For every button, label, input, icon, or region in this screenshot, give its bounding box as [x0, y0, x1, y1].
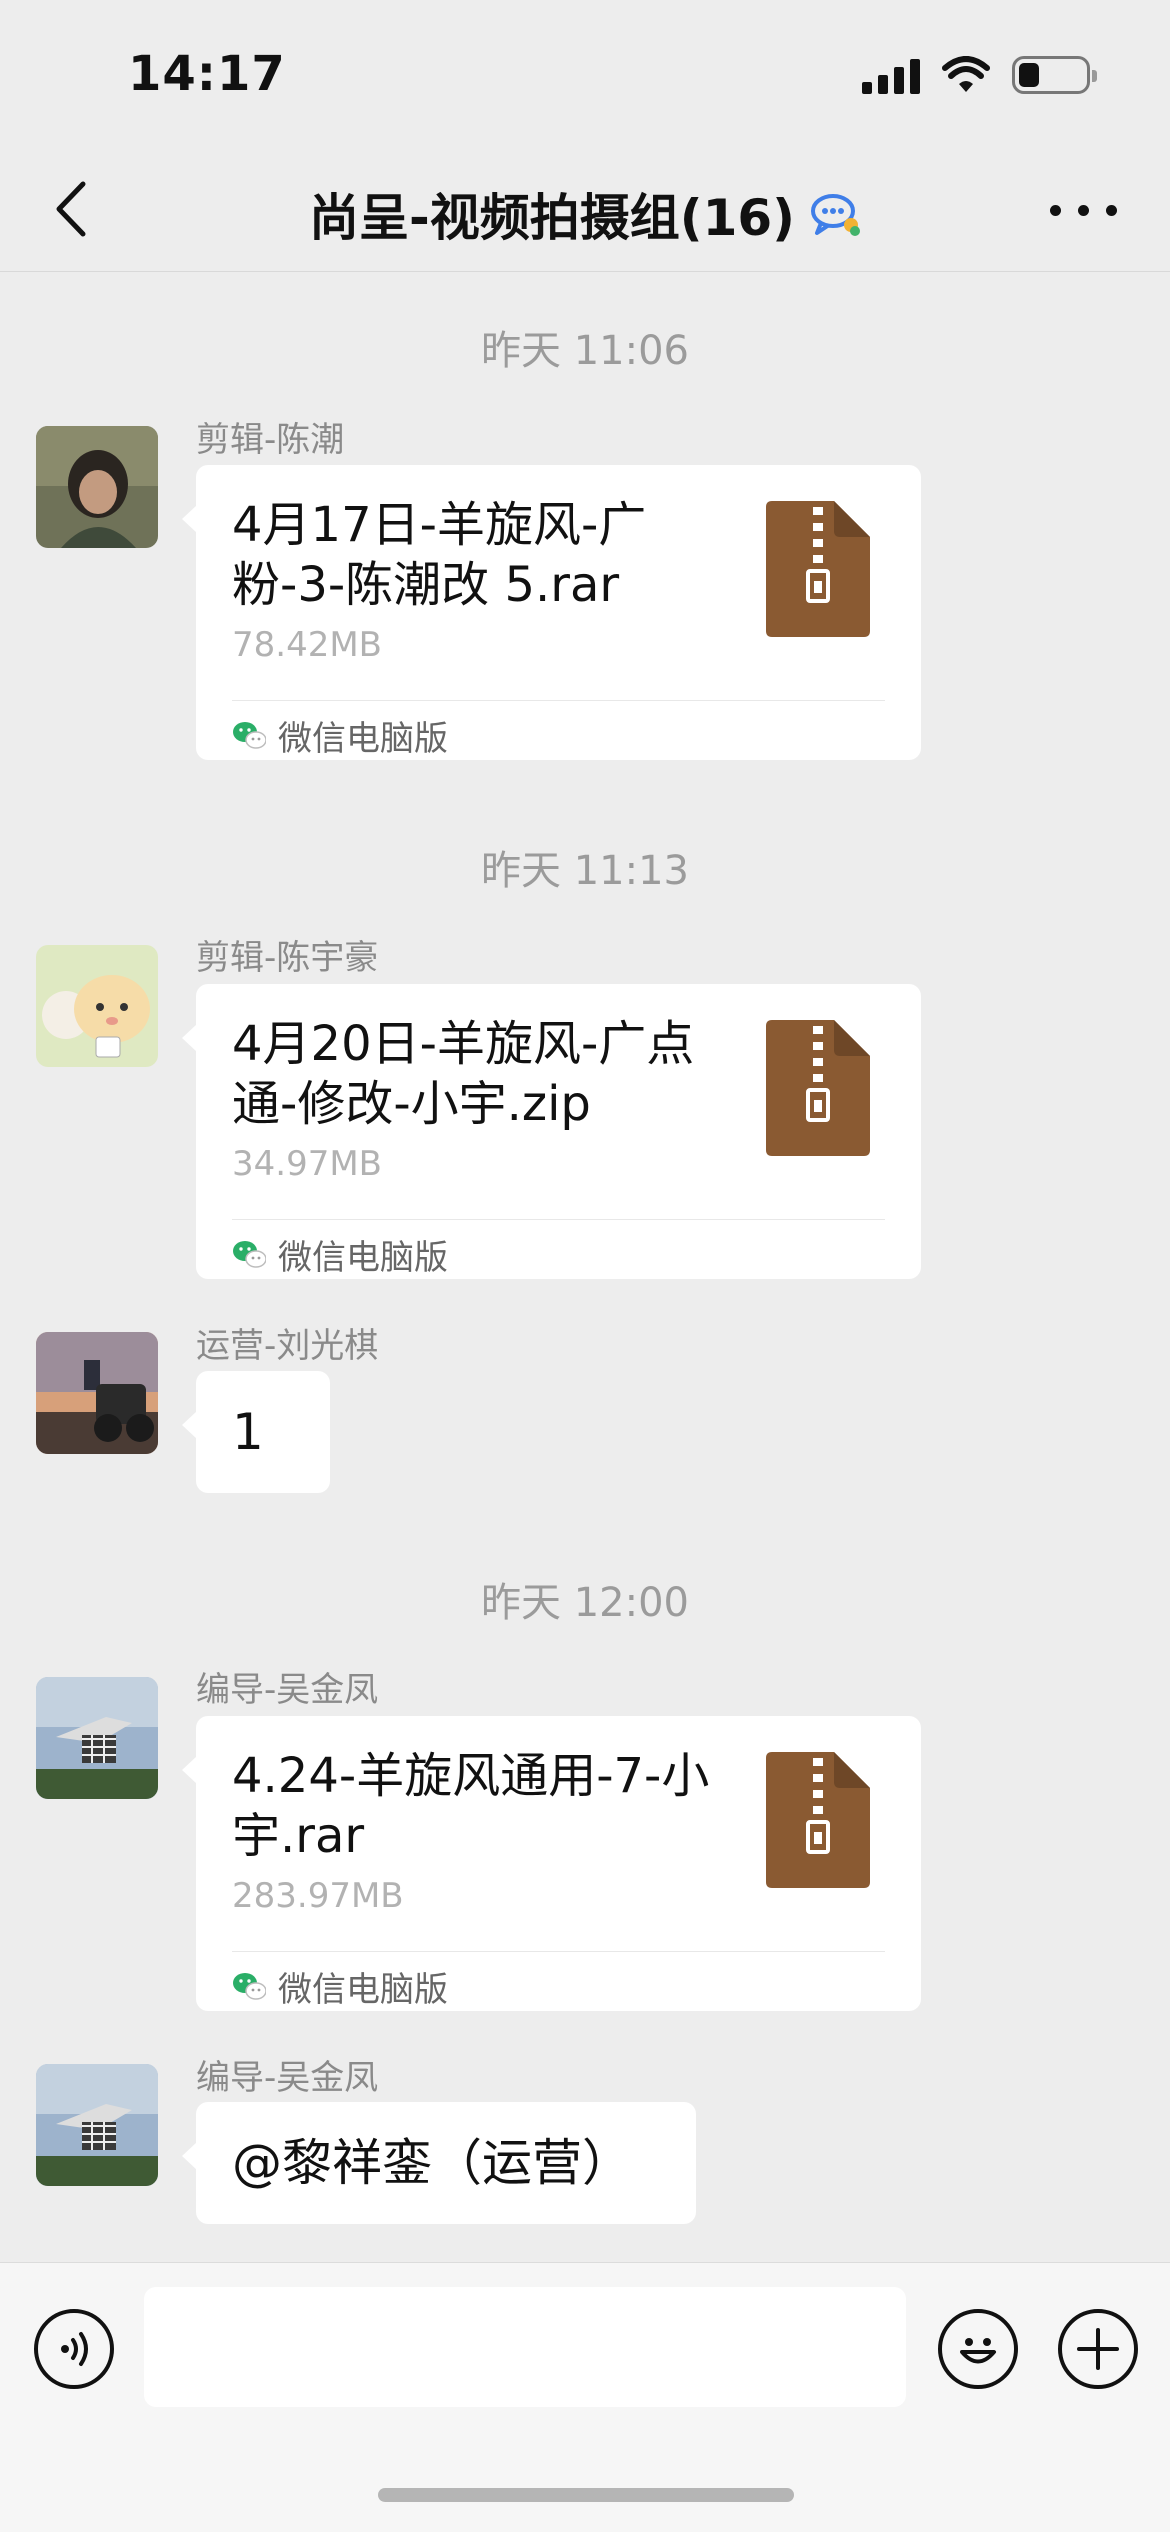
home-indicator[interactable]: [378, 2488, 794, 2502]
divider: [232, 1219, 885, 1220]
message-input[interactable]: [144, 2287, 906, 2407]
voice-button[interactable]: [34, 2309, 114, 2389]
divider: [232, 1951, 885, 1952]
emoji-icon: [960, 2338, 996, 2364]
wechat-icon: [233, 721, 266, 749]
file-message[interactable]: 4月20日-羊旋风-广点通-修改-小宇.zip 34.97MB 微信电脑版: [182, 984, 921, 1279]
file-source: 微信电脑版: [232, 711, 448, 760]
sender-name: 剪辑-陈潮: [196, 420, 345, 460]
file-source-label: 微信电脑版: [278, 1238, 448, 1278]
zip-file-icon: [766, 1752, 870, 1888]
file-size: 34.97MB: [232, 1144, 382, 1184]
status-time: 14:17: [128, 46, 286, 102]
status-bar: 14:17: [0, 0, 1170, 150]
timestamp: 昨天 11:13: [481, 848, 689, 894]
file-name: 4月20日-羊旋风-广点通-修改-小宇.zip: [232, 1016, 695, 1132]
file-message[interactable]: 4.24-羊旋风通用-7-小宇.rar 283.97MB 微信电脑版: [182, 1716, 921, 2011]
group-name: 尚呈-视频拍摄组(16): [308, 189, 796, 247]
file-name: 4.24-羊旋风通用-7-小宇.rar: [232, 1748, 710, 1864]
message-text: @黎祥銮（运营）: [232, 2134, 632, 2192]
emoji-button[interactable]: [938, 2309, 1018, 2389]
status-icons: [862, 56, 1097, 94]
file-source-label: 微信电脑版: [278, 1970, 448, 2010]
cellular-signal-icon: [862, 56, 920, 94]
file-name: 4月17日-羊旋风-广粉-3-陈潮改 5.rar: [232, 497, 647, 613]
wechat-icon: [233, 1972, 266, 2000]
timestamp: 昨天 11:06: [481, 328, 689, 374]
wechat-icon: [233, 1240, 266, 1268]
add-button[interactable]: [1058, 2309, 1138, 2389]
avatar[interactable]: [36, 1332, 158, 1454]
chat-bubble-icon: [811, 194, 861, 236]
avatar[interactable]: [36, 1677, 158, 1799]
divider: [232, 700, 885, 701]
file-size: 78.42MB: [232, 625, 382, 665]
avatar[interactable]: [36, 426, 158, 548]
timestamp: 昨天 12:00: [481, 1580, 689, 1626]
page-title[interactable]: 尚呈-视频拍摄组(16): [0, 178, 1170, 250]
text-message[interactable]: 1: [182, 1371, 330, 1493]
file-source-label: 微信电脑版: [278, 719, 448, 759]
more-icon: [1050, 204, 1117, 216]
wifi-icon: [942, 56, 990, 92]
zip-file-icon: [766, 1020, 870, 1156]
sender-name: 编导-吴金凤: [196, 2058, 379, 2098]
battery-icon: [1012, 56, 1097, 94]
avatar[interactable]: [36, 945, 158, 1067]
plus-icon: [1077, 2328, 1119, 2370]
file-source: 微信电脑版: [232, 1962, 448, 2011]
file-size: 283.97MB: [232, 1876, 404, 1916]
avatar[interactable]: [36, 2064, 158, 2186]
text-message[interactable]: @黎祥銮（运营）: [182, 2102, 696, 2224]
sender-name: 编导-吴金凤: [196, 1670, 379, 1710]
file-message[interactable]: 4月17日-羊旋风-广粉-3-陈潮改 5.rar 78.42MB 微信电脑版: [182, 465, 921, 760]
sender-name: 剪辑-陈宇豪: [196, 938, 379, 978]
message-text: 1: [232, 1403, 264, 1461]
sender-name: 运营-刘光棋: [196, 1326, 379, 1366]
file-source: 微信电脑版: [232, 1230, 448, 1279]
voice-icon: [61, 2332, 88, 2366]
more-button[interactable]: [1050, 190, 1120, 230]
nav-bar: 尚呈-视频拍摄组(16): [0, 150, 1170, 272]
zip-file-icon: [766, 501, 870, 637]
